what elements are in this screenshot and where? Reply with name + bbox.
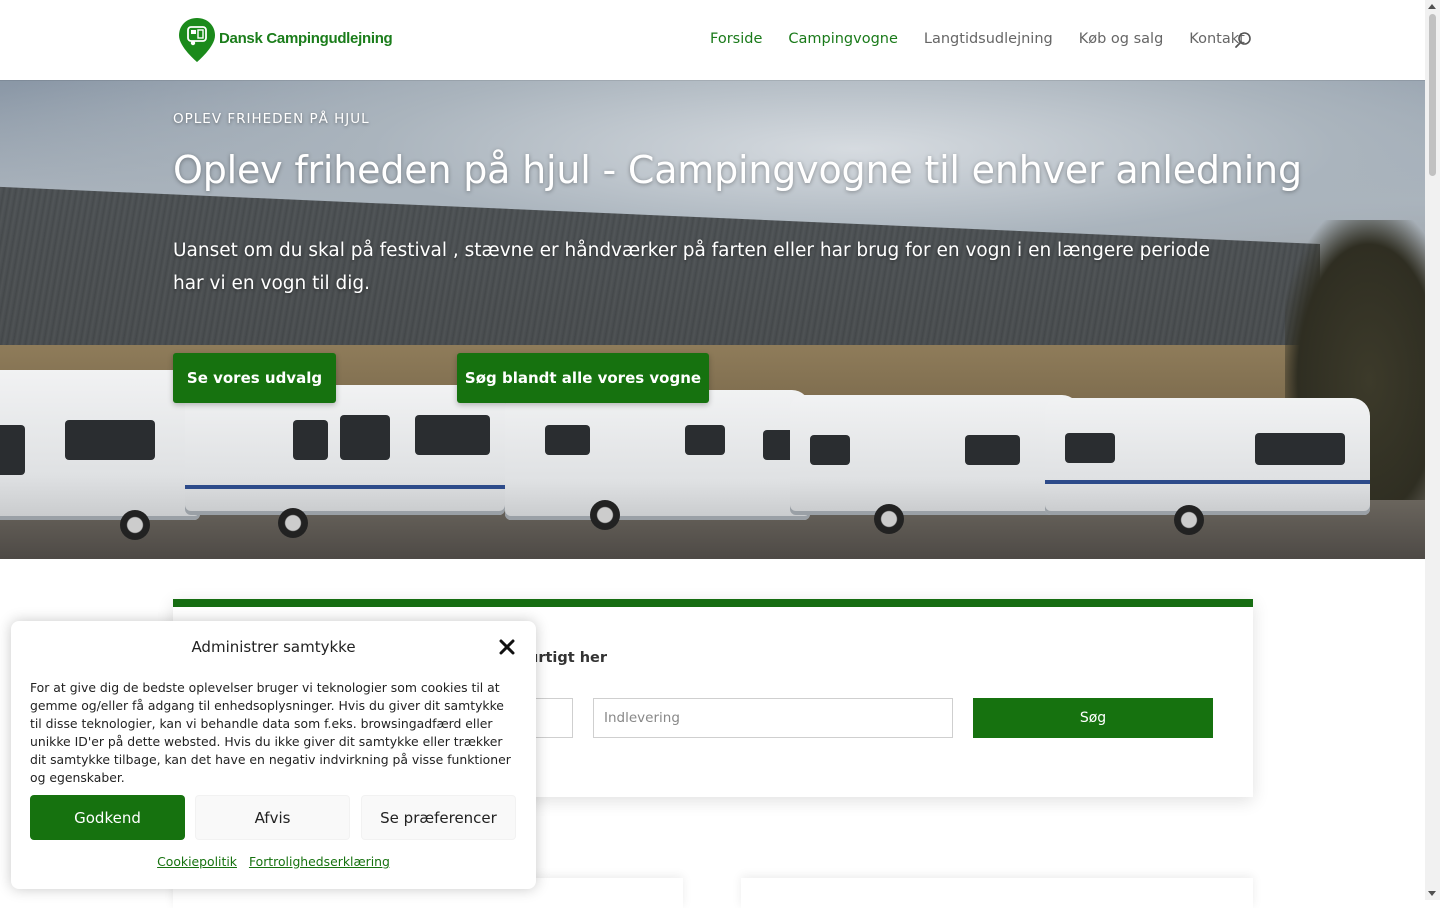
brand-name: Dansk Campingudlejning <box>219 29 393 47</box>
hero-caravan <box>790 395 1080 515</box>
deny-button[interactable]: Afvis <box>195 795 350 840</box>
consent-title: Administrer samtykke <box>191 638 356 656</box>
nav-forside[interactable]: Forside <box>710 31 762 47</box>
hero-title: Oplev friheden på hjul - Campingvogne ti… <box>173 148 1302 192</box>
hero-section: OPLEV FRIHEDEN PÅ HJUL Oplev friheden på… <box>0 80 1425 559</box>
search-all-caravans-button[interactable]: Søg blandt alle vores vogne <box>457 353 709 403</box>
hero-caravan-wheel <box>590 500 620 530</box>
hero-caravan-wheel <box>874 504 904 534</box>
close-icon[interactable] <box>498 638 516 656</box>
dropoff-date-field[interactable]: Indlevering <box>593 698 953 738</box>
accept-button[interactable]: Godkend <box>30 795 185 840</box>
page-scrollbar[interactable] <box>1425 0 1440 900</box>
site-header: Dansk Campingudlejning Forside Campingvo… <box>0 0 1425 80</box>
caravan-pin-icon <box>179 18 215 62</box>
see-selection-button[interactable]: Se vores udvalg <box>173 353 336 403</box>
hero-caravan <box>185 385 505 515</box>
hero-eyebrow: OPLEV FRIHEDEN PÅ HJUL <box>173 111 370 127</box>
preferences-button[interactable]: Se præferencer <box>361 795 516 840</box>
search-icon[interactable] <box>1234 31 1252 49</box>
consent-links: Cookiepolitik Fortrolighedserklæring <box>11 854 536 869</box>
hero-caravan-wheel <box>278 508 308 538</box>
booking-title: urtigt her <box>528 650 608 666</box>
scrollbar-thumb[interactable] <box>1429 14 1436 176</box>
scroll-up-arrow-icon[interactable] <box>1428 4 1436 9</box>
consent-text: For at give dig de bedste oplevelser bru… <box>30 680 511 785</box>
scroll-down-arrow-icon[interactable] <box>1428 891 1436 896</box>
content-card <box>741 878 1253 908</box>
booking-search-button[interactable]: Søg <box>973 698 1213 738</box>
hero-caravan <box>0 370 200 520</box>
hero-caravan-wheel <box>120 510 150 540</box>
hero-caravan <box>1045 398 1370 515</box>
nav-koeb-og-salg[interactable]: Køb og salg <box>1079 31 1164 47</box>
nav-campingvogne[interactable]: Campingvogne <box>788 31 898 47</box>
site-logo[interactable]: Dansk Campingudlejning <box>178 17 393 63</box>
cookie-consent-dialog: Administrer samtykke For at give dig de … <box>11 621 536 889</box>
hero-caravan-wheel <box>1174 505 1204 535</box>
main-nav: Forside Campingvogne Langtidsudlejning K… <box>710 31 1271 47</box>
hero-description: Uanset om du skal på festival , stævne e… <box>173 240 1210 294</box>
nav-langtidsudlejning[interactable]: Langtidsudlejning <box>924 31 1053 47</box>
hero-caravan <box>505 390 810 520</box>
privacy-policy-link[interactable]: Fortrolighedserklæring <box>249 854 390 869</box>
cookie-policy-link[interactable]: Cookiepolitik <box>157 854 237 869</box>
